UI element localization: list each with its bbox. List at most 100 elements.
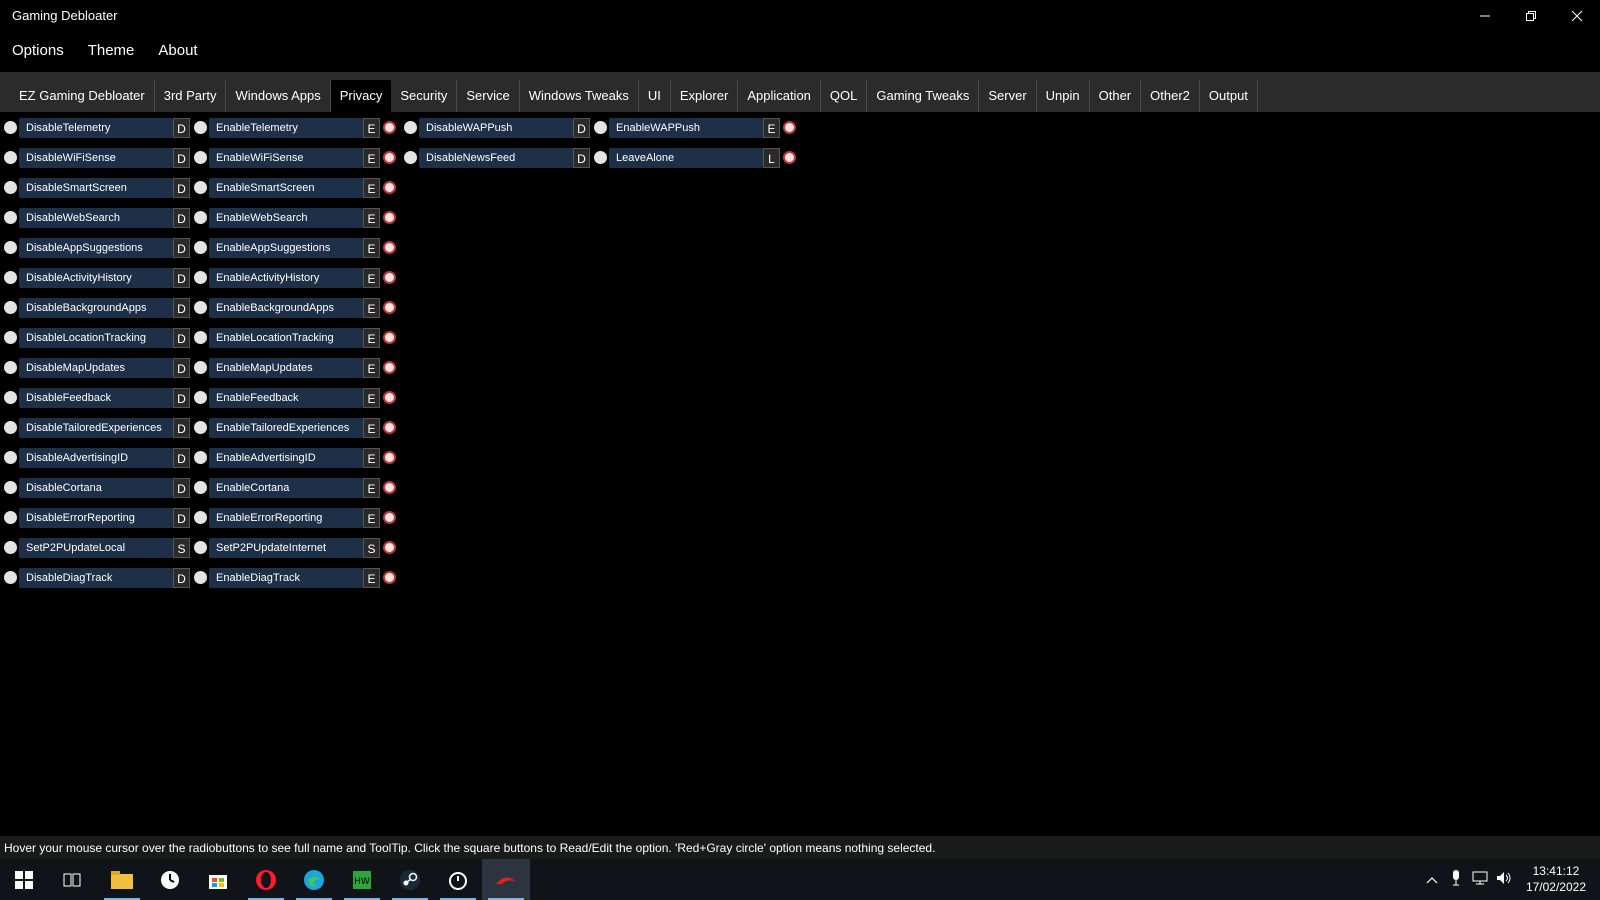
taskbar-steam[interactable] bbox=[386, 859, 434, 900]
option-radio[interactable] bbox=[594, 121, 607, 134]
option-edit-button[interactable]: E bbox=[363, 418, 380, 438]
taskbar-hwinfo[interactable]: HW bbox=[338, 859, 386, 900]
option-radio[interactable] bbox=[194, 361, 207, 374]
none-selected-radio[interactable] bbox=[383, 181, 396, 194]
menu-about[interactable]: About bbox=[146, 38, 209, 66]
option-radio[interactable] bbox=[4, 391, 17, 404]
option-edit-button[interactable]: D bbox=[173, 568, 190, 588]
option-edit-button[interactable]: D bbox=[173, 418, 190, 438]
option-radio[interactable] bbox=[194, 451, 207, 464]
taskbar-timer-app[interactable] bbox=[434, 859, 482, 900]
option-edit-button[interactable]: E bbox=[363, 388, 380, 408]
option-radio[interactable] bbox=[4, 211, 17, 224]
option-radio[interactable] bbox=[194, 121, 207, 134]
none-selected-radio[interactable] bbox=[383, 481, 396, 494]
option-radio[interactable] bbox=[404, 151, 417, 164]
none-selected-radio[interactable] bbox=[383, 361, 396, 374]
option-radio[interactable] bbox=[194, 511, 207, 524]
option-edit-button[interactable]: E bbox=[363, 568, 380, 588]
close-button[interactable] bbox=[1554, 0, 1600, 32]
taskbar-debloater-app[interactable] bbox=[482, 859, 530, 900]
option-radio[interactable] bbox=[194, 181, 207, 194]
tab-output[interactable]: Output bbox=[1200, 80, 1258, 112]
option-radio[interactable] bbox=[194, 391, 207, 404]
task-view-button[interactable] bbox=[48, 859, 96, 900]
option-edit-button[interactable]: D bbox=[173, 268, 190, 288]
option-edit-button[interactable]: S bbox=[173, 538, 190, 558]
tab-server[interactable]: Server bbox=[979, 80, 1037, 112]
option-radio[interactable] bbox=[194, 421, 207, 434]
tab-security[interactable]: Security bbox=[391, 80, 458, 112]
option-radio[interactable] bbox=[4, 301, 17, 314]
option-edit-button[interactable]: E bbox=[363, 298, 380, 318]
option-edit-button[interactable]: D bbox=[573, 148, 590, 168]
network-tray-button[interactable] bbox=[1468, 871, 1492, 888]
option-radio[interactable] bbox=[4, 361, 17, 374]
option-radio[interactable] bbox=[4, 511, 17, 524]
tab-ui[interactable]: UI bbox=[639, 80, 671, 112]
taskbar-store[interactable] bbox=[194, 859, 242, 900]
tab-privacy[interactable]: Privacy bbox=[330, 80, 392, 112]
option-edit-button[interactable]: D bbox=[173, 328, 190, 348]
tab-3rd-party[interactable]: 3rd Party bbox=[155, 80, 227, 112]
start-button[interactable] bbox=[0, 859, 48, 900]
option-radio[interactable] bbox=[194, 211, 207, 224]
option-radio[interactable] bbox=[194, 151, 207, 164]
taskbar-file-explorer[interactable] bbox=[98, 859, 146, 900]
volume-tray-button[interactable] bbox=[1492, 871, 1516, 888]
option-edit-button[interactable]: D bbox=[173, 388, 190, 408]
option-edit-button[interactable]: S bbox=[363, 538, 380, 558]
none-selected-radio[interactable] bbox=[383, 151, 396, 164]
tab-ez-gaming-debloater[interactable]: EZ Gaming Debloater bbox=[10, 80, 155, 112]
none-selected-radio[interactable] bbox=[383, 571, 396, 584]
option-edit-button[interactable]: D bbox=[173, 148, 190, 168]
none-selected-radio[interactable] bbox=[383, 451, 396, 464]
show-hidden-icons-button[interactable] bbox=[1420, 872, 1444, 887]
option-edit-button[interactable]: E bbox=[363, 508, 380, 528]
option-radio[interactable] bbox=[194, 331, 207, 344]
none-selected-radio[interactable] bbox=[383, 331, 396, 344]
option-edit-button[interactable]: D bbox=[173, 178, 190, 198]
option-radio[interactable] bbox=[4, 271, 17, 284]
taskbar-opera[interactable] bbox=[242, 859, 290, 900]
option-radio[interactable] bbox=[194, 301, 207, 314]
tab-qol[interactable]: QOL bbox=[821, 80, 868, 112]
none-selected-radio[interactable] bbox=[383, 301, 396, 314]
option-edit-button[interactable]: D bbox=[173, 478, 190, 498]
option-edit-button[interactable]: E bbox=[363, 148, 380, 168]
restore-button[interactable] bbox=[1508, 0, 1554, 32]
tab-explorer[interactable]: Explorer bbox=[671, 80, 739, 112]
menu-theme[interactable]: Theme bbox=[76, 38, 147, 66]
option-edit-button[interactable]: D bbox=[173, 508, 190, 528]
option-radio[interactable] bbox=[194, 541, 207, 554]
tab-windows-tweaks[interactable]: Windows Tweaks bbox=[520, 80, 639, 112]
option-edit-button[interactable]: D bbox=[173, 298, 190, 318]
option-radio[interactable] bbox=[4, 181, 17, 194]
none-selected-radio[interactable] bbox=[383, 271, 396, 284]
option-radio[interactable] bbox=[194, 481, 207, 494]
none-selected-radio[interactable] bbox=[783, 151, 796, 164]
none-selected-radio[interactable] bbox=[383, 421, 396, 434]
taskbar-clock[interactable]: 13:41:12 17/02/2022 bbox=[1526, 863, 1586, 895]
option-radio[interactable] bbox=[4, 541, 17, 554]
tab-other[interactable]: Other bbox=[1090, 80, 1142, 112]
microphone-tray-button[interactable] bbox=[1444, 870, 1468, 889]
none-selected-radio[interactable] bbox=[383, 241, 396, 254]
option-edit-button[interactable]: E bbox=[363, 268, 380, 288]
taskbar-clock-app[interactable] bbox=[146, 859, 194, 900]
option-edit-button[interactable]: E bbox=[363, 358, 380, 378]
option-edit-button[interactable]: E bbox=[363, 208, 380, 228]
tab-unpin[interactable]: Unpin bbox=[1037, 80, 1090, 112]
option-edit-button[interactable]: L bbox=[763, 148, 780, 168]
minimize-button[interactable] bbox=[1462, 0, 1508, 32]
option-radio[interactable] bbox=[194, 271, 207, 284]
option-edit-button[interactable]: D bbox=[173, 238, 190, 258]
option-radio[interactable] bbox=[404, 121, 417, 134]
tab-windows-apps[interactable]: Windows Apps bbox=[226, 80, 331, 112]
menu-options[interactable]: Options bbox=[0, 38, 76, 66]
none-selected-radio[interactable] bbox=[383, 121, 396, 134]
option-edit-button[interactable]: E bbox=[363, 178, 380, 198]
none-selected-radio[interactable] bbox=[383, 541, 396, 554]
tab-other2[interactable]: Other2 bbox=[1141, 80, 1200, 112]
option-edit-button[interactable]: E bbox=[363, 328, 380, 348]
